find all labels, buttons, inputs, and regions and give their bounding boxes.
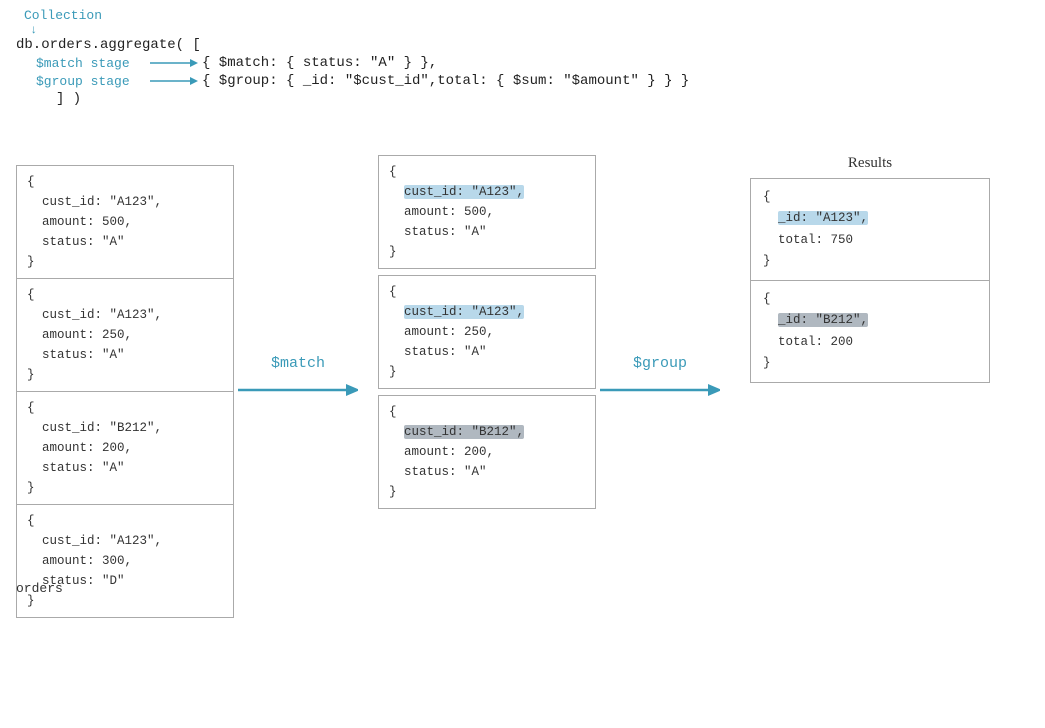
diagram-area: { cust_id: "A123", amount: 500, status: …	[0, 155, 1045, 728]
group-stage-label: $group stage	[36, 74, 146, 89]
filtered-box-0: { cust_id: "A123", amount: 500, status: …	[378, 155, 596, 269]
highlight-cust-id-0: cust_id: "A123",	[404, 185, 524, 199]
highlight-id-1: _id: "B212",	[778, 313, 868, 327]
group-stage-code: { $group: { _id: "$cust_id",total: { $su…	[202, 73, 689, 89]
match-arrow-container: $match	[238, 355, 358, 404]
group-arrow-container: $group	[600, 355, 720, 404]
collection-name-label: orders	[16, 581, 63, 596]
filtered-box-2: { cust_id: "B212", amount: 200, status: …	[378, 395, 596, 509]
match-stage-line: $match stage { $match: { status: "A" } }…	[16, 55, 689, 71]
match-stage-right-arrow	[150, 56, 198, 70]
filtered-section: { cust_id: "A123", amount: 500, status: …	[378, 155, 596, 515]
highlight-id-0: _id: "A123",	[778, 211, 868, 225]
group-arrow-label: $group	[633, 355, 687, 372]
group-stage-right-arrow	[150, 74, 198, 88]
result-row-0: { _id: "A123", total: 750 }	[751, 179, 989, 281]
results-section: Results { _id: "A123", total: 750 } { _i…	[750, 155, 990, 383]
group-big-arrow: $group	[600, 355, 720, 404]
results-box: { _id: "A123", total: 750 } { _id: "B212…	[750, 178, 990, 383]
doc-row-1: { cust_id: "A123", amount: 250, status: …	[17, 279, 233, 392]
code-close-line: ] )	[16, 91, 689, 107]
highlight-cust-id-2: cust_id: "B212",	[404, 425, 524, 439]
doc-row-3: { cust_id: "A123", amount: 300, status: …	[17, 505, 233, 617]
highlight-cust-id-1: cust_id: "A123",	[404, 305, 524, 319]
match-arrow-label: $match	[271, 355, 325, 372]
match-stage-label: $match stage	[36, 56, 146, 71]
page: Collection ↓ db.orders.aggregate( [ $mat…	[0, 0, 1045, 728]
collection-down-arrow: ↓	[30, 23, 689, 37]
results-title: Results	[750, 155, 990, 172]
doc-row-2: { cust_id: "B212", amount: 200, status: …	[17, 392, 233, 505]
match-arrow-svg	[238, 376, 358, 404]
filtered-box-1: { cust_id: "A123", amount: 250, status: …	[378, 275, 596, 389]
code-main-line: db.orders.aggregate( [	[16, 37, 689, 53]
result-row-1: { _id: "B212", total: 200 }	[751, 281, 989, 382]
group-arrow-svg	[600, 376, 720, 404]
match-stage-code: { $match: { status: "A" } },	[202, 55, 437, 71]
doc-row-0: { cust_id: "A123", amount: 500, status: …	[17, 166, 233, 279]
collection-box: { cust_id: "A123", amount: 500, status: …	[16, 165, 234, 618]
group-stage-line: $group stage { $group: { _id: "$cust_id"…	[16, 73, 689, 89]
code-section: Collection ↓ db.orders.aggregate( [ $mat…	[0, 0, 705, 115]
collection-annotation: Collection	[24, 8, 689, 23]
match-big-arrow: $match	[238, 355, 358, 404]
